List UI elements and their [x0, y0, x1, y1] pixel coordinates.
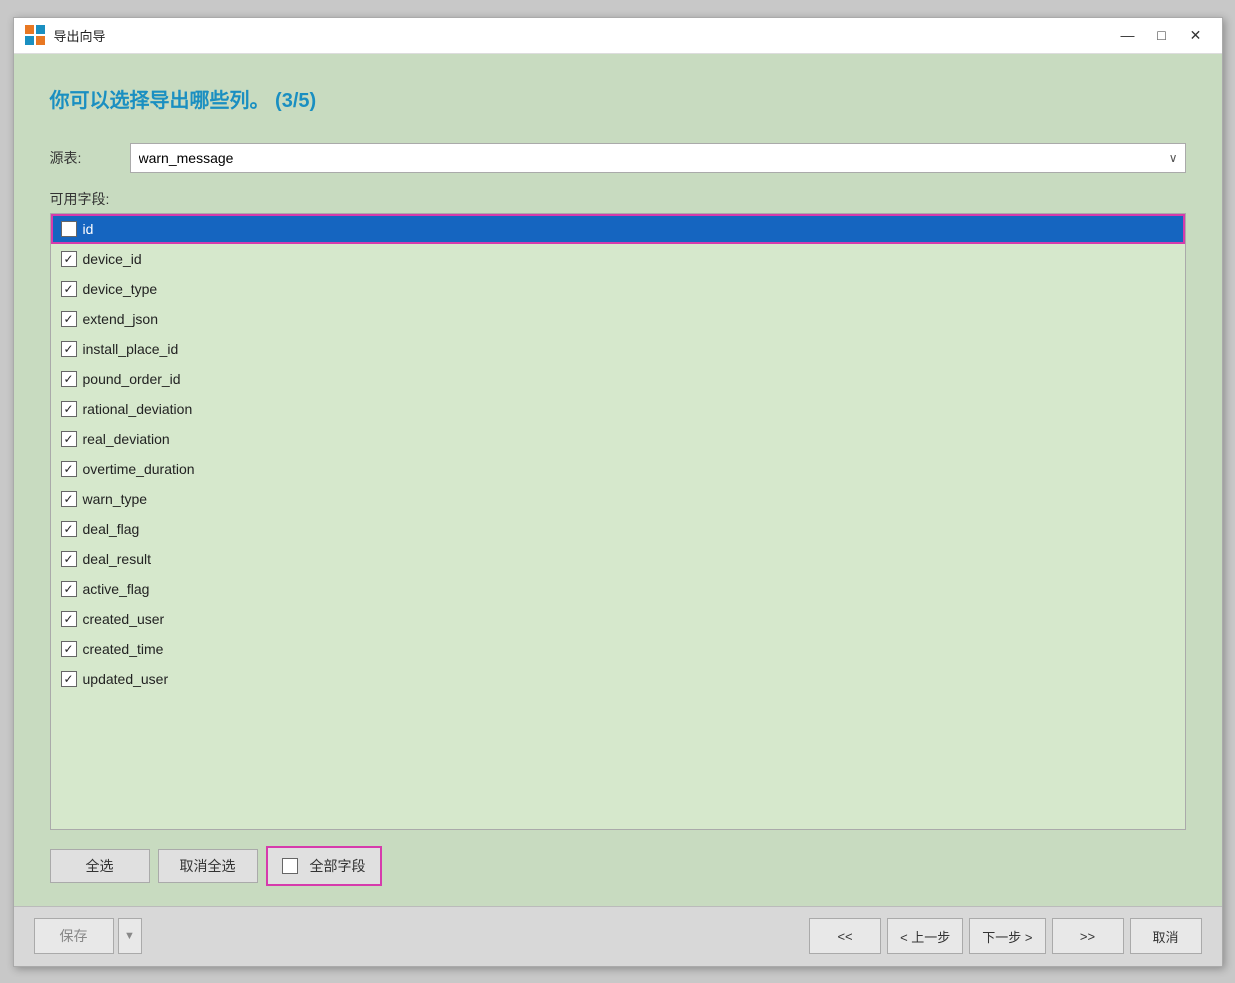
list-item[interactable]: ✓ active_flag — [51, 574, 1185, 604]
close-button[interactable]: ✕ — [1180, 23, 1212, 47]
footer: 保存 ▼ << < 上一步 下一步 > >> 取消 — [14, 906, 1222, 966]
field-name: device_type — [83, 281, 158, 297]
source-select-wrapper: warn_message ∨ — [130, 143, 1186, 173]
field-name: deal_flag — [83, 521, 140, 537]
list-item[interactable]: ✓ pound_order_id — [51, 364, 1185, 394]
save-button: 保存 — [34, 918, 114, 954]
list-item[interactable]: ✓ deal_result — [51, 544, 1185, 574]
window-controls: — □ ✕ — [1112, 23, 1212, 47]
title-bar: 导出向导 — □ ✕ — [14, 18, 1222, 54]
field-name: pound_order_id — [83, 371, 181, 387]
last-button[interactable]: >> — [1052, 918, 1124, 954]
list-item[interactable]: ✓ real_deviation — [51, 424, 1185, 454]
all-fields-button[interactable]: 全部字段 — [266, 846, 382, 886]
checkbox-icon[interactable]: ✓ — [61, 431, 77, 447]
field-name: active_flag — [83, 581, 150, 597]
main-content: 你可以选择导出哪些列。 (3/5) 源表: warn_message ∨ 可用字… — [14, 54, 1222, 906]
list-item[interactable]: ✓ created_time — [51, 634, 1185, 664]
source-label: 源表: — [50, 148, 130, 168]
field-name: device_id — [83, 251, 142, 267]
prev-button[interactable]: < 上一步 — [887, 918, 963, 954]
fields-section: 可用字段: id ✓ device_id ✓ device_type — [50, 189, 1186, 830]
checkbox-icon[interactable]: ✓ — [61, 671, 77, 687]
checkbox-icon[interactable]: ✓ — [61, 491, 77, 507]
field-name: install_place_id — [83, 341, 179, 357]
field-name: extend_json — [83, 311, 159, 327]
list-item[interactable]: ✓ deal_flag — [51, 514, 1185, 544]
checkbox-icon[interactable]: ✓ — [61, 521, 77, 537]
cancel-button[interactable]: 取消 — [1130, 918, 1202, 954]
checkbox-icon[interactable]: ✓ — [61, 251, 77, 267]
field-name: deal_result — [83, 551, 152, 567]
field-name: updated_user — [83, 671, 169, 687]
list-item[interactable]: id — [51, 214, 1185, 244]
checkbox-icon[interactable]: ✓ — [61, 611, 77, 627]
list-item[interactable]: ✓ extend_json — [51, 304, 1185, 334]
field-name: overtime_duration — [83, 461, 195, 477]
list-item[interactable]: ✓ overtime_duration — [51, 454, 1185, 484]
field-name: rational_deviation — [83, 401, 193, 417]
window-title: 导出向导 — [54, 26, 1112, 45]
checkbox-icon[interactable]: ✓ — [61, 341, 77, 357]
checkbox-icon[interactable]: ✓ — [61, 401, 77, 417]
checkbox-icon[interactable]: ✓ — [61, 581, 77, 597]
first-button[interactable]: << — [809, 918, 881, 954]
list-item[interactable]: ✓ rational_deviation — [51, 394, 1185, 424]
checkbox-icon[interactable]: ✓ — [61, 371, 77, 387]
footer-right: << < 上一步 下一步 > >> 取消 — [809, 918, 1201, 954]
field-name: created_time — [83, 641, 164, 657]
fields-list[interactable]: id ✓ device_id ✓ device_type ✓ extend_js… — [50, 213, 1186, 830]
export-wizard-window: 导出向导 — □ ✕ 你可以选择导出哪些列。 (3/5) 源表: warn_me… — [13, 17, 1223, 967]
bottom-buttons: 全选 取消全选 全部字段 — [50, 846, 1186, 886]
save-dropdown-button[interactable]: ▼ — [118, 918, 142, 954]
all-fields-label: 全部字段 — [310, 856, 366, 876]
list-item[interactable]: ✓ device_id — [51, 244, 1185, 274]
fields-label: 可用字段: — [50, 189, 1186, 209]
list-item[interactable]: ✓ updated_user — [51, 664, 1185, 694]
page-title: 你可以选择导出哪些列。 (3/5) — [50, 84, 1186, 113]
checkbox-icon[interactable]: ✓ — [61, 641, 77, 657]
field-name: real_deviation — [83, 431, 170, 447]
app-icon — [24, 24, 46, 46]
all-fields-checkbox[interactable] — [282, 858, 298, 874]
field-name: warn_type — [83, 491, 148, 507]
list-item[interactable]: ✓ device_type — [51, 274, 1185, 304]
source-table-select[interactable]: warn_message — [130, 143, 1186, 173]
field-name: id — [83, 221, 94, 237]
source-table-row: 源表: warn_message ∨ — [50, 143, 1186, 173]
maximize-button[interactable]: □ — [1146, 23, 1178, 47]
checkbox-icon[interactable] — [61, 221, 77, 237]
list-item[interactable]: ✓ install_place_id — [51, 334, 1185, 364]
list-item[interactable]: ✓ created_user — [51, 604, 1185, 634]
select-all-button[interactable]: 全选 — [50, 849, 150, 883]
list-item[interactable]: ✓ warn_type — [51, 484, 1185, 514]
checkbox-icon[interactable]: ✓ — [61, 551, 77, 567]
next-button[interactable]: 下一步 > — [969, 918, 1045, 954]
field-name: created_user — [83, 611, 165, 627]
footer-left: 保存 ▼ — [34, 918, 142, 954]
checkbox-icon[interactable]: ✓ — [61, 461, 77, 477]
checkbox-icon[interactable]: ✓ — [61, 311, 77, 327]
deselect-all-button[interactable]: 取消全选 — [158, 849, 258, 883]
checkbox-icon[interactable]: ✓ — [61, 281, 77, 297]
minimize-button[interactable]: — — [1112, 23, 1144, 47]
